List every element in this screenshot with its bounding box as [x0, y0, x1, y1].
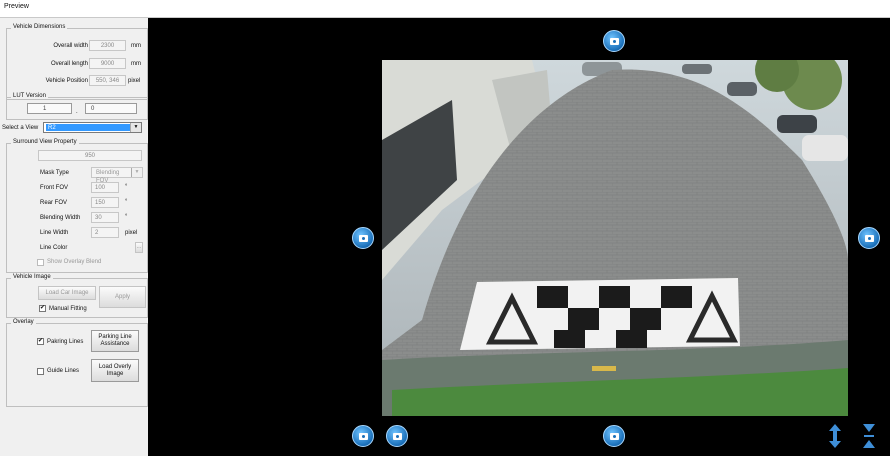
collapse-vertical-icon[interactable]: [862, 424, 876, 448]
vehicle-image-group: Vehicle Image Load Car Image Apply ✔ Man…: [6, 274, 148, 318]
vehicle-dimensions-group: Vehicle Dimensions Overall width 2300 mm…: [6, 24, 148, 100]
line-color-button[interactable]: ...: [135, 242, 143, 253]
overall-width-unit: mm: [131, 43, 141, 49]
overall-width-label: Overall width: [53, 43, 88, 49]
show-overlay-blend-label: Show Overlay Blend: [47, 259, 102, 265]
parking-line-assistance-label-2: Assistance: [100, 341, 130, 347]
parking-lines-checkbox[interactable]: ✔: [37, 338, 44, 345]
camera-right-icon[interactable]: [858, 227, 880, 249]
view-dropdown[interactable]: R2 ▼: [43, 122, 142, 133]
surround-view-group: Surround View Property 950 Mask Type Ble…: [6, 139, 148, 273]
expand-vertical-icon[interactable]: [828, 424, 842, 448]
window-title: Preview: [4, 3, 29, 10]
overall-length-field[interactable]: 9000: [89, 58, 126, 69]
guide-lines-checkbox[interactable]: [37, 368, 44, 375]
camera-top-icon[interactable]: [603, 30, 625, 52]
front-fov-label: Front FOV: [40, 185, 69, 191]
select-view-label: Select a View: [2, 125, 39, 131]
rotate-left-camera-icon[interactable]: [352, 425, 374, 447]
lut-major-field[interactable]: 1: [27, 103, 72, 114]
lut-major-value: 1: [43, 106, 47, 112]
lut-version-title: LUT Version: [11, 93, 48, 99]
load-overly-image-label-2: Image: [106, 370, 124, 377]
show-overlay-blend-checkbox[interactable]: [37, 259, 44, 266]
overlay-title: Overlay: [11, 319, 36, 325]
lut-version-group: LUT Version 1 . 0: [6, 93, 148, 120]
camera-left-icon[interactable]: [352, 227, 374, 249]
chevron-down-icon[interactable]: ▼: [131, 168, 142, 177]
surround-view-title: Surround View Property: [11, 139, 79, 145]
apply-button[interactable]: Apply: [99, 286, 146, 308]
vehicle-position-field[interactable]: 550, 346: [89, 75, 126, 86]
parking-line-assistance-label-1: Parking Line: [98, 334, 132, 340]
preview-window: Preview Vehicle Dimensions Overall width…: [0, 0, 890, 456]
overall-length-label: Overall length: [50, 61, 88, 67]
manual-fitting-checkbox[interactable]: ✔: [39, 305, 46, 312]
preview-area: [148, 18, 890, 456]
lut-minor-value: 0: [91, 106, 95, 112]
blending-width-unit: °: [125, 214, 128, 220]
line-width-label: Line Width: [40, 230, 69, 236]
blending-width-field[interactable]: 30: [91, 212, 119, 223]
title-bar: Preview: [0, 0, 890, 18]
fisheye-camera-view: [382, 60, 848, 416]
vehicle-position-label: Vehicle Position: [45, 78, 88, 84]
parking-lines-label: Pakring Lines: [47, 339, 84, 345]
front-fov-unit: °: [125, 184, 128, 190]
line-width-field[interactable]: 2: [91, 227, 119, 238]
vehicle-position-unit: pixel: [128, 78, 141, 84]
surround-view-top-field[interactable]: 950: [38, 150, 142, 161]
front-fov-field[interactable]: 100: [91, 182, 119, 193]
line-color-label: Line Color: [40, 245, 68, 251]
overall-length-unit: mm: [131, 61, 141, 67]
overall-width-field[interactable]: 2300: [89, 40, 126, 51]
load-car-image-button[interactable]: Load Car Image: [38, 286, 96, 300]
check-mark-icon: ✔: [40, 305, 46, 311]
vehicle-image-title: Vehicle Image: [11, 274, 53, 280]
manual-fitting-label: Manual Fitting: [49, 306, 87, 312]
check-mark-icon: ✔: [38, 338, 44, 344]
settings-panel: Vehicle Dimensions Overall width 2300 mm…: [2, 18, 148, 452]
lut-minor-field[interactable]: 0: [85, 103, 137, 114]
camera-bottom-icon[interactable]: [603, 425, 625, 447]
rotate-right-camera-icon[interactable]: [386, 425, 408, 447]
line-width-unit: pixel: [125, 230, 138, 236]
vehicle-dimensions-title: Vehicle Dimensions: [11, 24, 68, 30]
rear-fov-field[interactable]: 150: [91, 197, 119, 208]
parking-line-assistance-button[interactable]: Parking Line Assistance: [91, 330, 139, 352]
camera-preview-image: [382, 60, 848, 416]
rear-fov-label: Rear FOV: [40, 200, 68, 206]
rear-fov-unit: °: [125, 199, 128, 205]
guide-lines-label: Guide Lines: [47, 368, 80, 374]
mask-type-dropdown[interactable]: Blending FOV ▼: [91, 167, 143, 184]
load-overly-image-button[interactable]: Load Overly Image: [91, 359, 139, 382]
overlay-group: Overlay ✔ Pakring Lines Parking Line Ass…: [6, 319, 148, 407]
load-overly-image-label-1: Load Overly: [98, 363, 132, 370]
mask-type-label: Mask Type: [40, 170, 69, 176]
mask-type-value: Blending FOV: [96, 170, 120, 184]
chevron-down-icon[interactable]: ▼: [130, 123, 141, 132]
lut-separator: .: [76, 109, 78, 115]
blending-width-label: Blending Width: [40, 215, 81, 221]
view-dropdown-value: R2: [46, 124, 130, 131]
